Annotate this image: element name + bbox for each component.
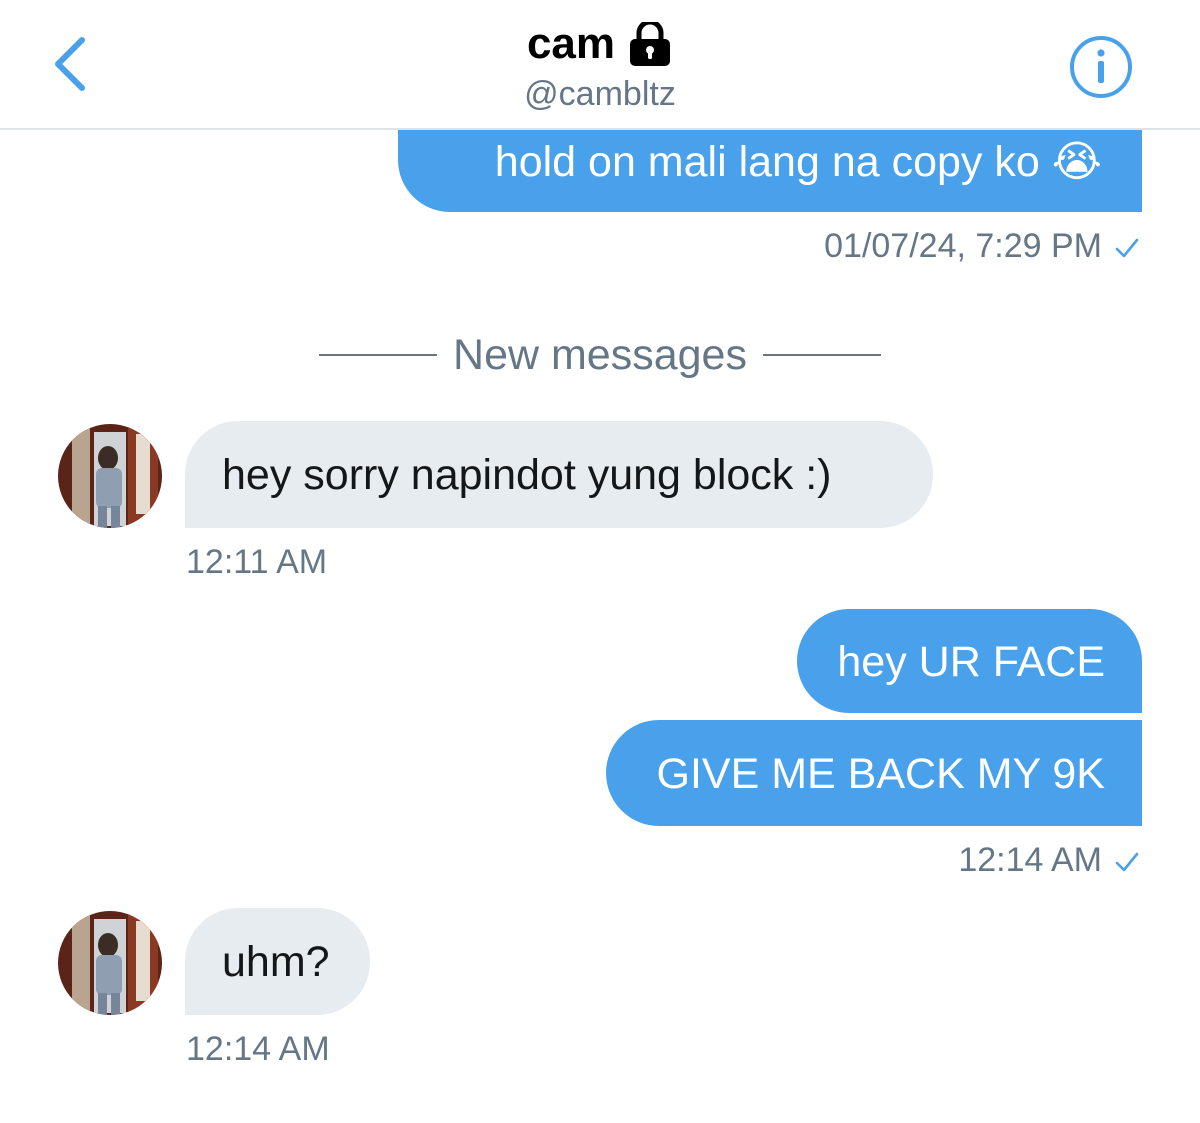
divider-label: New messages bbox=[453, 330, 747, 379]
sent-check-icon bbox=[1115, 238, 1139, 258]
lock-icon bbox=[630, 22, 671, 66]
message-bubble-outgoing[interactable]: hey UR FACE bbox=[797, 609, 1142, 713]
message-text: hey sorry napindot yung block :) bbox=[222, 451, 832, 499]
message-bubble-outgoing[interactable]: GIVE ME BACK MY 9K bbox=[606, 720, 1142, 826]
avatar[interactable] bbox=[58, 911, 162, 1015]
divider-line bbox=[762, 354, 881, 356]
conversation-header: cam @cambltz bbox=[0, 0, 1200, 130]
info-icon bbox=[1070, 36, 1132, 98]
contact-name: cam bbox=[526, 19, 616, 68]
message-text: uhm? bbox=[222, 938, 330, 986]
message-bubble-incoming[interactable]: uhm? bbox=[185, 908, 370, 1015]
avatar-photo bbox=[58, 911, 162, 1015]
info-button[interactable] bbox=[1068, 34, 1134, 100]
message-timestamp: 12:14 AM bbox=[800, 840, 1140, 880]
conversation-title: cam @cambltz bbox=[0, 18, 1200, 116]
message-bubble-incoming[interactable]: hey sorry napindot yung block :) bbox=[185, 421, 933, 528]
message-timestamp: 12:14 AM bbox=[186, 1030, 330, 1068]
contact-handle: @cambltz bbox=[524, 75, 676, 113]
sent-check-icon bbox=[1115, 852, 1139, 872]
message-text: hey UR FACE bbox=[837, 638, 1105, 686]
divider-line bbox=[319, 354, 438, 356]
message-timestamp: 12:11 AM bbox=[186, 543, 328, 581]
new-messages-divider: New messages bbox=[0, 330, 1200, 380]
message-text: hold on mali lang na copy ko 😭 bbox=[494, 138, 1102, 186]
avatar-photo bbox=[58, 424, 162, 528]
avatar[interactable] bbox=[58, 424, 162, 528]
message-timestamp: 01/07/24, 7:29 PM bbox=[700, 226, 1140, 266]
contact-name-row: cam bbox=[527, 18, 673, 70]
message-text: GIVE ME BACK MY 9K bbox=[656, 750, 1105, 798]
